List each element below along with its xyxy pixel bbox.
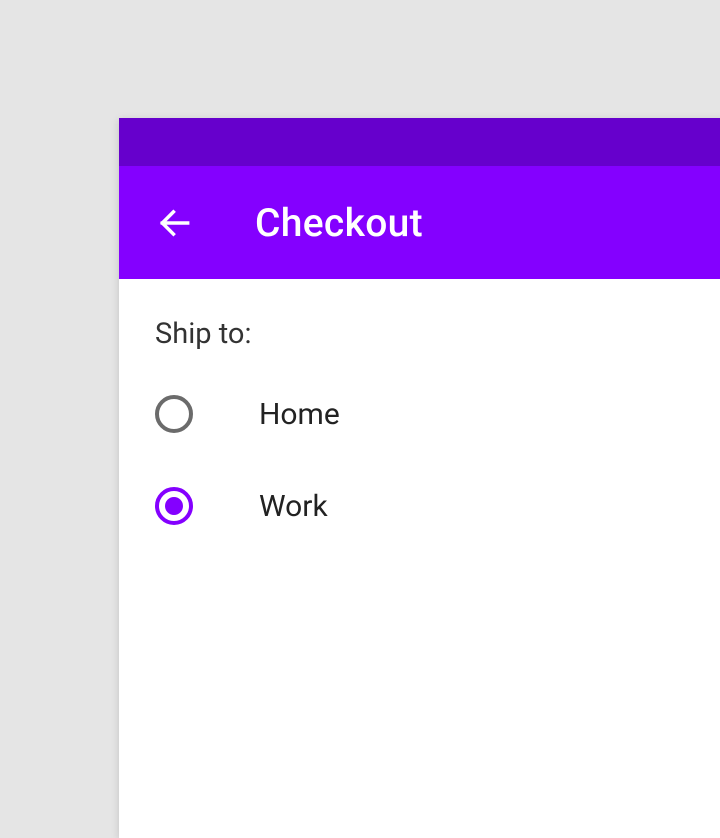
radio-option-home[interactable]: Home — [155, 395, 720, 433]
app-window: Checkout Ship to: Home Work — [119, 118, 720, 838]
radio-checked-icon — [155, 487, 193, 525]
radio-option-work[interactable]: Work — [155, 487, 720, 525]
radio-label: Home — [259, 397, 340, 432]
app-bar: Checkout — [119, 166, 720, 279]
radio-label: Work — [259, 489, 328, 524]
back-arrow-icon[interactable] — [155, 203, 195, 243]
status-bar — [119, 118, 720, 166]
content-area: Ship to: Home Work — [119, 279, 720, 617]
page-title: Checkout — [255, 200, 423, 246]
radio-unchecked-icon — [155, 395, 193, 433]
radio-inner-dot — [165, 497, 183, 515]
ship-to-label: Ship to: — [155, 317, 720, 351]
